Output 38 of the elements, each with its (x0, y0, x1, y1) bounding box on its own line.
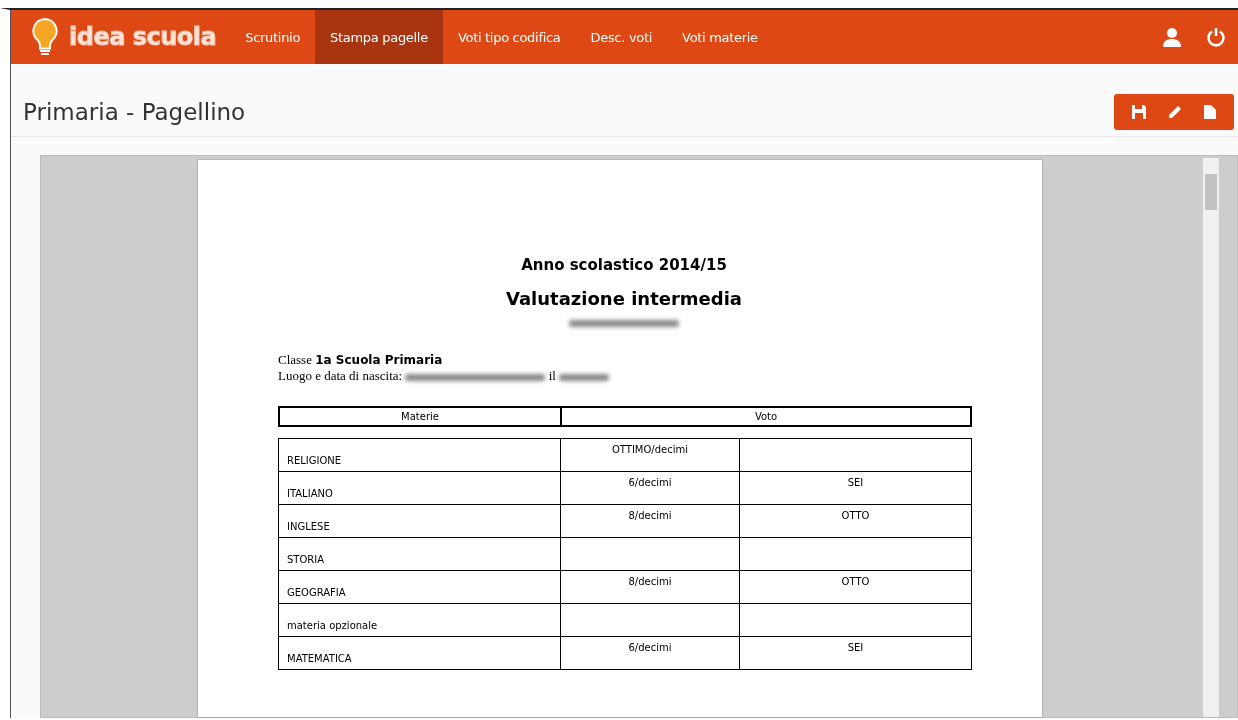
school-year: Anno scolastico 2014/15 (520, 256, 728, 274)
table-cell: SEI (739, 636, 972, 670)
table-cell: SEI (739, 471, 972, 505)
table-cell: GEOGRAFIA (278, 570, 561, 604)
document-icon[interactable] (1204, 105, 1216, 119)
table-cell: STORIA (278, 537, 561, 571)
table-cell: OTTIMO/decimi (560, 438, 740, 472)
page-title: Primaria - Pagellino (23, 99, 246, 125)
save-icon[interactable] (1132, 105, 1146, 119)
nav-tab[interactable]: Stampa pagelle (315, 10, 443, 64)
column-header: Voto (561, 407, 971, 426)
table-cell: RELIGIONE (278, 438, 561, 472)
power-icon[interactable] (1206, 27, 1226, 47)
redacted-birthdate (559, 373, 610, 381)
table-cell: 6/decimi (560, 636, 740, 670)
table-cell: ITALIANO (278, 471, 561, 505)
nav-tab[interactable]: Voti tipo codifica (442, 10, 576, 64)
nav-tab[interactable]: Scrutinio (230, 10, 316, 64)
table-cell: INGLESE (278, 504, 561, 538)
table-cell: MATEMATICA (278, 636, 561, 670)
user-icon[interactable] (1162, 27, 1182, 47)
birth-joiner: il (548, 368, 556, 383)
document-heading: Valutazione intermedia (505, 288, 743, 309)
lightbulb-logo-icon (31, 17, 59, 57)
table-cell: OTTO (739, 570, 972, 604)
table-cell: materia opzionale (278, 603, 561, 637)
table-cell: OTTO (739, 504, 972, 538)
table-cell: 8/decimi (560, 504, 740, 538)
table-cell: 6/decimi (560, 471, 740, 505)
column-header: Materie (279, 407, 561, 426)
pencil-icon[interactable] (1168, 105, 1182, 119)
class-line: Classe 1a Scuola Primaria (278, 352, 444, 368)
scrollbar[interactable] (1203, 158, 1219, 717)
birth-label: Luogo e data di nascita: (278, 368, 403, 383)
nav-tab[interactable]: Voti materie (667, 10, 773, 64)
table-cell: 8/decimi (560, 570, 740, 604)
brand-name: idea scuola (69, 23, 217, 51)
nav-tab[interactable]: Desc. voti (575, 10, 668, 64)
